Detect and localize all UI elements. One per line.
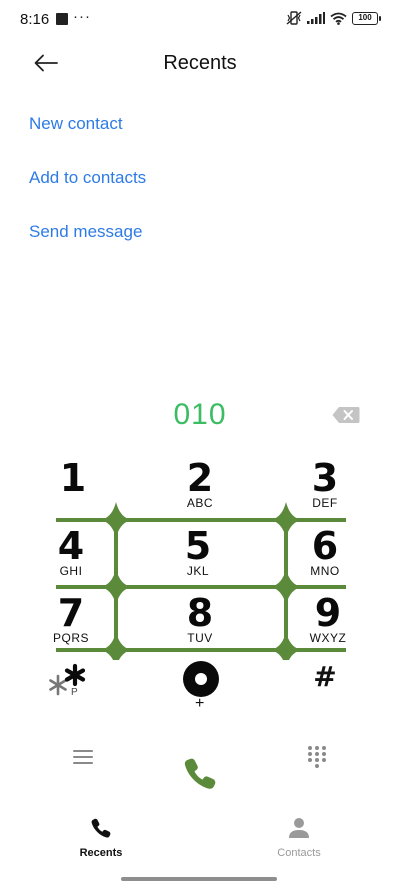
nav-contacts-label: Contacts bbox=[277, 847, 321, 859]
status-time: 8:16 bbox=[20, 11, 50, 28]
nav-recents[interactable]: Recents bbox=[51, 817, 151, 859]
add-to-contacts-link[interactable]: Add to contacts bbox=[29, 168, 146, 188]
page-title: Recents bbox=[163, 52, 237, 74]
notification-icon bbox=[56, 13, 68, 25]
status-bar: 8:16 ··· 100 bbox=[0, 0, 400, 40]
phone-icon bbox=[184, 758, 216, 789]
key-letters: WXYZ bbox=[309, 631, 347, 645]
signal-icon bbox=[307, 12, 325, 24]
nav-contacts[interactable]: Contacts bbox=[249, 817, 349, 859]
key-3[interactable]: 3 DEF bbox=[270, 459, 380, 521]
menu-icon[interactable] bbox=[72, 748, 94, 766]
call-button[interactable] bbox=[182, 755, 218, 791]
key-hash[interactable]: # bbox=[300, 660, 350, 700]
key-letters: ABC bbox=[186, 496, 214, 510]
key-4[interactable]: 4 GHI bbox=[16, 527, 126, 589]
key-digit: 9 bbox=[314, 591, 342, 635]
status-icons: 100 bbox=[286, 11, 381, 25]
more-notifications-icon: ··· bbox=[73, 8, 91, 25]
wifi-icon bbox=[330, 12, 347, 25]
key-letters: JKL bbox=[186, 564, 210, 578]
phone-icon bbox=[91, 818, 111, 838]
vibrate-icon bbox=[286, 11, 302, 25]
key-8[interactable]: 8 TUV bbox=[145, 594, 255, 656]
key-5[interactable]: 5 JKL bbox=[143, 527, 253, 589]
asterisk-icon bbox=[49, 663, 86, 696]
key-digit: 3 bbox=[311, 456, 339, 500]
key-letters: DEF bbox=[312, 496, 338, 510]
key-letters: PQRS bbox=[52, 631, 89, 645]
zero-digit-icon bbox=[183, 661, 219, 697]
key-7[interactable]: 7 PQRS bbox=[16, 594, 126, 656]
plus-label: + bbox=[195, 695, 205, 712]
key-letters: MNO bbox=[310, 564, 340, 578]
person-icon bbox=[289, 818, 309, 838]
key-digit: 5 bbox=[184, 524, 212, 568]
backspace-icon[interactable] bbox=[332, 406, 360, 424]
home-indicator[interactable] bbox=[121, 877, 277, 881]
key-0[interactable]: + bbox=[175, 658, 227, 714]
key-letters: TUV bbox=[187, 631, 213, 645]
nav-recents-label: Recents bbox=[79, 847, 123, 859]
key-9[interactable]: 9 WXYZ bbox=[273, 594, 383, 656]
key-digit: 4 bbox=[57, 524, 85, 568]
send-message-link[interactable]: Send message bbox=[29, 222, 142, 242]
key-digit: 6 bbox=[311, 524, 339, 568]
key-star[interactable]: P bbox=[46, 662, 96, 706]
key-letters: GHI bbox=[59, 564, 83, 578]
key-digit: 8 bbox=[186, 591, 214, 635]
key-6[interactable]: 6 MNO bbox=[270, 527, 380, 589]
key-digit: 7 bbox=[57, 591, 85, 635]
battery-icon: 100 bbox=[352, 11, 381, 25]
key-2[interactable]: 2 ABC bbox=[145, 459, 255, 521]
dialpad-icon[interactable] bbox=[306, 745, 328, 769]
new-contact-link[interactable]: New contact bbox=[29, 114, 123, 134]
key-1[interactable]: 1 bbox=[18, 459, 128, 521]
star-sub-label: P bbox=[71, 687, 78, 698]
key-digit: 1 bbox=[59, 456, 87, 500]
key-digit: 2 bbox=[186, 456, 214, 500]
